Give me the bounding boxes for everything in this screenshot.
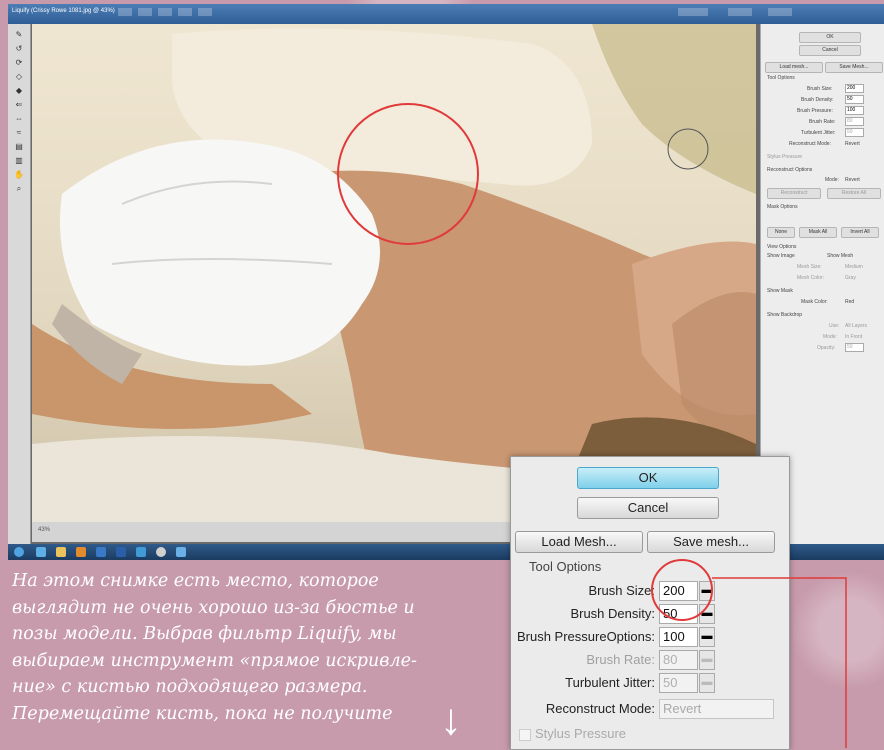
connector-line	[712, 577, 847, 748]
annotation-overlay	[651, 559, 847, 748]
highlight-circle	[651, 559, 713, 621]
down-arrow-icon: ↓	[440, 695, 462, 744]
